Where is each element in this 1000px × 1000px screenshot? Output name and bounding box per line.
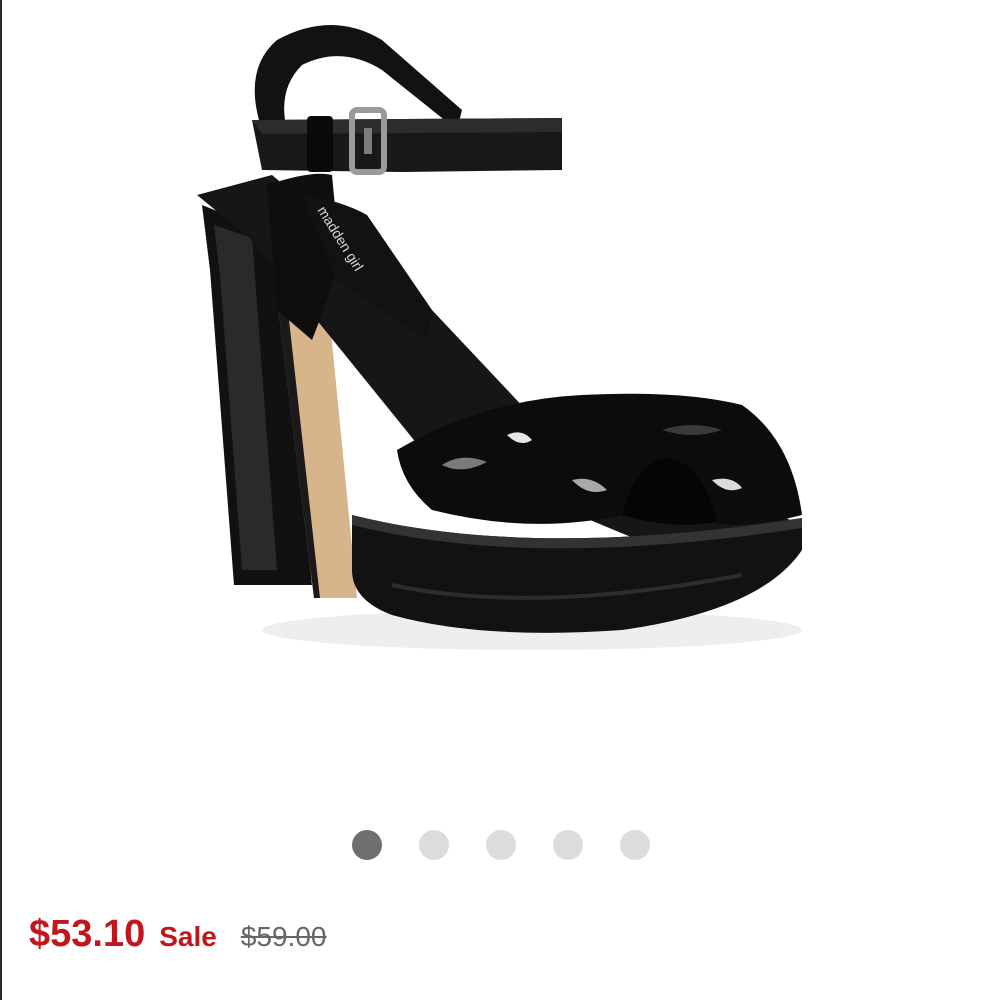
sale-badge: Sale bbox=[159, 921, 217, 952]
carousel-dot[interactable] bbox=[419, 830, 449, 860]
buckle-prong bbox=[364, 128, 372, 154]
original-price: $59.00 bbox=[240, 921, 327, 952]
sale-price: $53.10 bbox=[29, 913, 146, 955]
product-image[interactable]: madden girl bbox=[102, 10, 862, 770]
ankle-strap bbox=[254, 25, 462, 130]
carousel-dot[interactable] bbox=[620, 830, 650, 860]
image-carousel-dots bbox=[352, 829, 652, 861]
carousel-dot[interactable] bbox=[553, 830, 583, 860]
carousel-dot[interactable] bbox=[352, 830, 382, 860]
product-page: madden girl $53.10 Sale $59.00 bbox=[0, 0, 1000, 1000]
price-row: $53.10 Sale $59.00 bbox=[29, 913, 326, 973]
carousel-dot[interactable] bbox=[486, 830, 516, 860]
strap-keeper bbox=[307, 116, 333, 172]
strap-highlight bbox=[252, 118, 562, 134]
